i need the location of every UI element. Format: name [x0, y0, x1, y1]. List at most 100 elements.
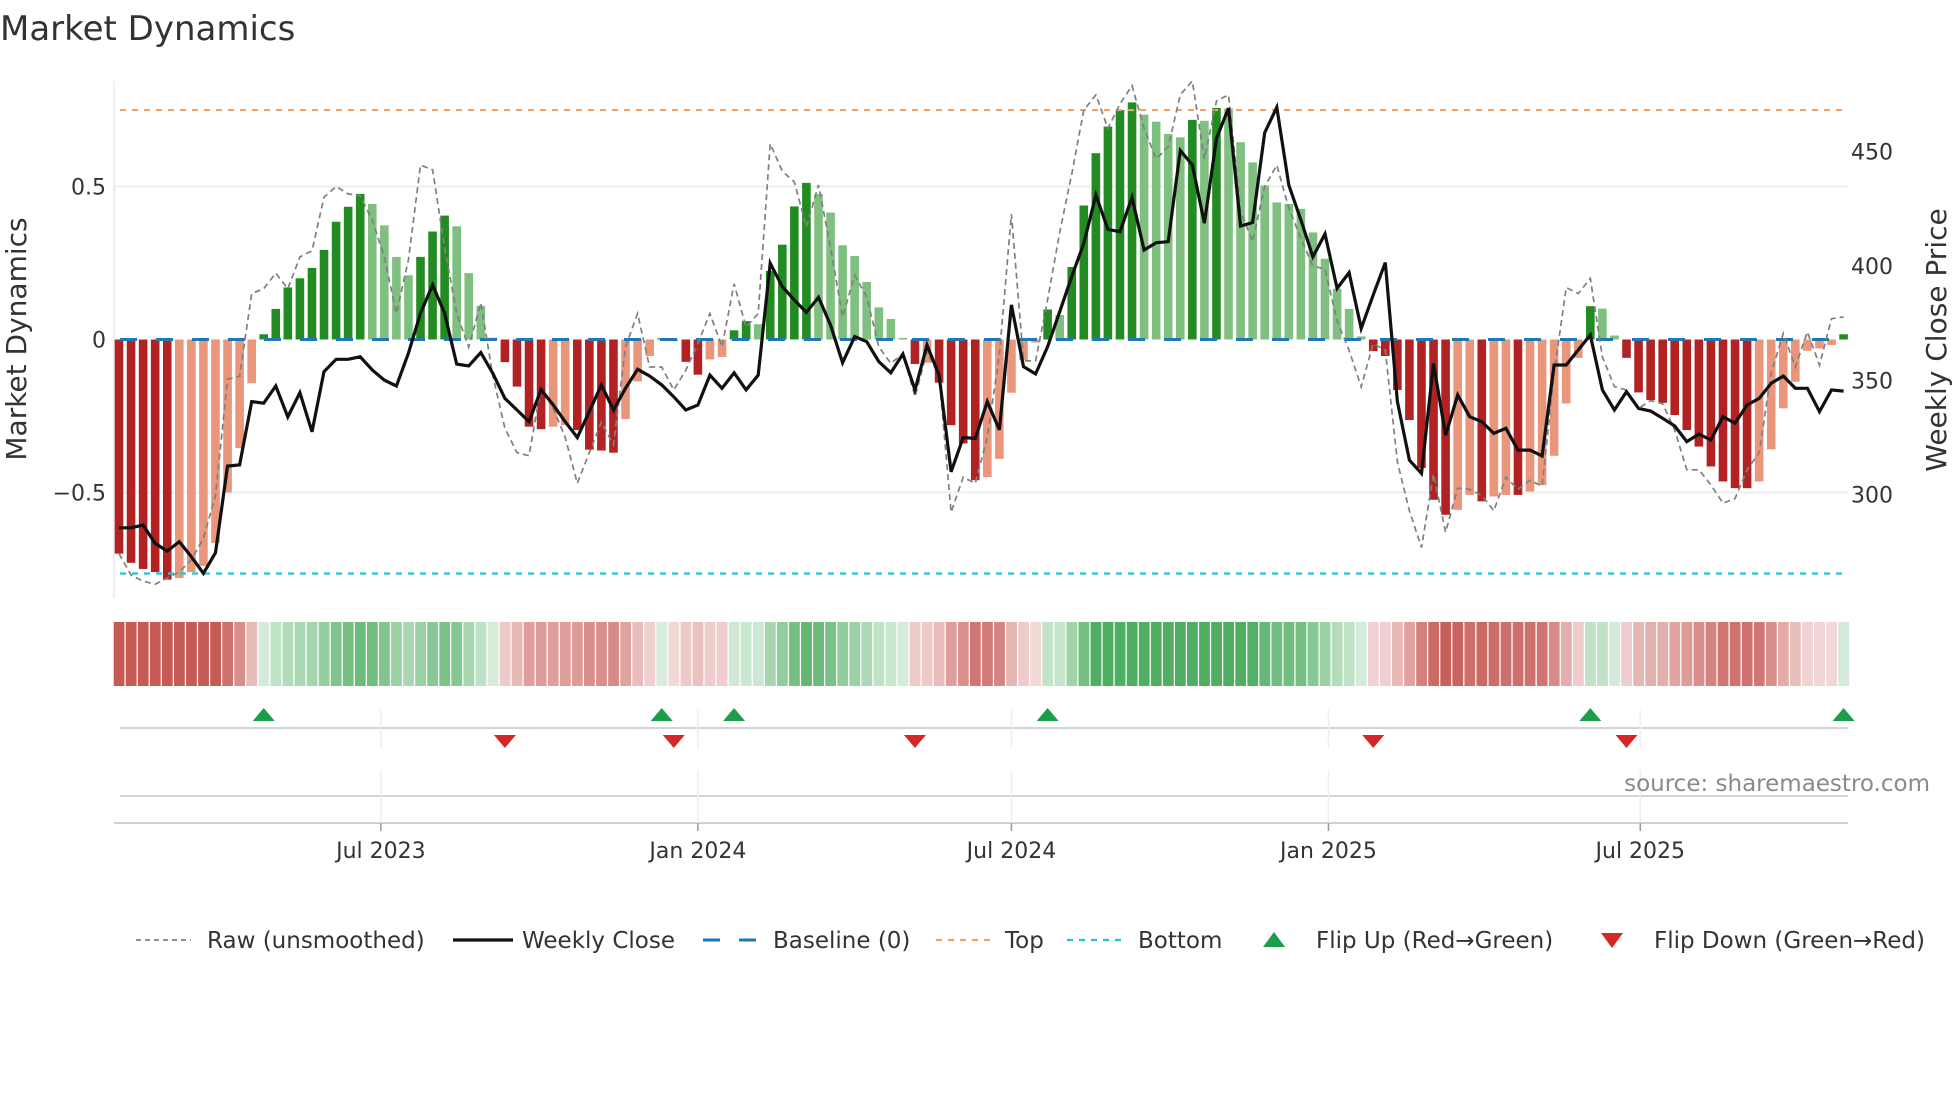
momentum-bar	[946, 339, 956, 426]
momentum-bar	[114, 339, 124, 554]
strip-cell	[186, 622, 197, 686]
legend-flip-down-icon	[1601, 933, 1623, 948]
right-tick-label: 300	[1851, 484, 1893, 509]
momentum-bar	[1332, 288, 1342, 340]
flip-up-marker	[650, 708, 673, 721]
strip-cell	[1367, 622, 1379, 686]
strip-cell	[1428, 622, 1440, 686]
right-axis-label: Weekly Close Price	[1920, 208, 1953, 471]
strip-cell	[716, 622, 728, 686]
strip-cell	[1199, 622, 1210, 686]
strip-cell	[704, 622, 716, 686]
strip-cell	[777, 622, 788, 686]
strip-cell	[270, 622, 282, 686]
momentum-bar	[283, 287, 293, 340]
momentum-bar	[138, 339, 148, 569]
strip-cell	[740, 622, 752, 686]
x-tick-label: Jan 2024	[647, 839, 746, 864]
strip-cell	[596, 622, 607, 686]
strip-cell	[584, 622, 595, 686]
momentum-bar	[319, 249, 329, 340]
strip-cell	[861, 622, 873, 686]
flip-down-marker	[662, 735, 685, 748]
strip-cell	[234, 622, 246, 686]
momentum-bars	[114, 102, 1848, 580]
strip-cell	[1380, 622, 1391, 686]
momentum-bar	[295, 278, 305, 340]
flip-markers-panel	[114, 708, 1855, 831]
strip-cell	[547, 622, 559, 686]
strip-cell	[535, 622, 547, 686]
strip-cell	[1030, 622, 1042, 686]
strip-cell	[1295, 622, 1307, 686]
strip-cell	[1669, 622, 1681, 686]
strip-cell	[511, 622, 523, 686]
strip-cell	[1705, 622, 1717, 686]
strip-cell	[1585, 622, 1596, 686]
momentum-bar	[211, 339, 220, 543]
momentum-bar	[850, 255, 859, 340]
x-tick-label: Jul 2024	[965, 839, 1057, 864]
strip-cell	[559, 622, 571, 686]
flip-up-marker	[1832, 708, 1855, 721]
strip-cell	[813, 622, 824, 686]
strip-cell	[1838, 622, 1850, 686]
flip-down-marker	[493, 735, 516, 748]
strip-cell	[1126, 622, 1138, 686]
strip-cell	[1645, 622, 1657, 686]
momentum-bar	[355, 193, 365, 340]
strip-cell	[1259, 622, 1271, 686]
strip-cell	[463, 622, 475, 686]
flip-down-marker	[1362, 735, 1385, 748]
momentum-bar	[464, 273, 474, 340]
right-tick-label: 350	[1851, 369, 1893, 394]
strip-cell	[825, 622, 837, 686]
strip-cell	[1790, 622, 1801, 686]
strip-cell	[222, 622, 234, 686]
momentum-bar	[1754, 339, 1764, 482]
right-tick-label: 450	[1851, 141, 1893, 166]
strip-cell	[149, 622, 161, 686]
momentum-bar	[862, 281, 872, 340]
strip-cell	[982, 622, 993, 686]
momentum-bar	[1839, 334, 1848, 340]
strip-cell	[1633, 622, 1645, 686]
momentum-bar	[681, 339, 691, 362]
strip-cell	[161, 622, 173, 686]
momentum-bar	[1525, 339, 1535, 492]
strip-cell	[1066, 622, 1078, 686]
momentum-bar	[1682, 339, 1692, 431]
strip-cell	[475, 622, 487, 686]
strip-cell	[1621, 622, 1632, 686]
strip-cell	[764, 622, 776, 686]
strip-cell	[873, 622, 885, 686]
strip-cell	[1223, 622, 1235, 686]
strip-cell	[487, 622, 499, 686]
strip-cell	[1307, 622, 1319, 686]
strip-cell	[1138, 622, 1150, 686]
strip-cell	[1536, 622, 1548, 686]
strip-cell	[608, 622, 619, 686]
strip-cell	[1729, 622, 1741, 686]
strip-cell	[198, 622, 209, 686]
strip-cell	[1042, 622, 1054, 686]
flip-up-marker	[1579, 708, 1602, 721]
strip-cell	[1187, 622, 1198, 686]
momentum-bar	[790, 206, 799, 340]
strip-cell	[1343, 622, 1355, 686]
momentum-bar	[814, 193, 823, 340]
strip-cell	[379, 622, 390, 686]
legend-flip-up-icon	[1263, 932, 1285, 947]
momentum-bar	[1513, 339, 1523, 495]
legend-label: Top	[1004, 928, 1044, 954]
strip-cell	[752, 622, 764, 686]
strip-cell	[728, 622, 740, 686]
regime-strip	[113, 622, 1850, 686]
strip-cell	[571, 622, 583, 686]
strip-cell	[957, 622, 969, 686]
left-tick-label: 0.5	[71, 176, 106, 201]
source-credit: source: sharemaestro.com	[1624, 771, 1930, 797]
strip-cell	[1054, 622, 1066, 686]
series-lines	[118, 79, 1844, 586]
strip-cell	[1090, 622, 1102, 686]
